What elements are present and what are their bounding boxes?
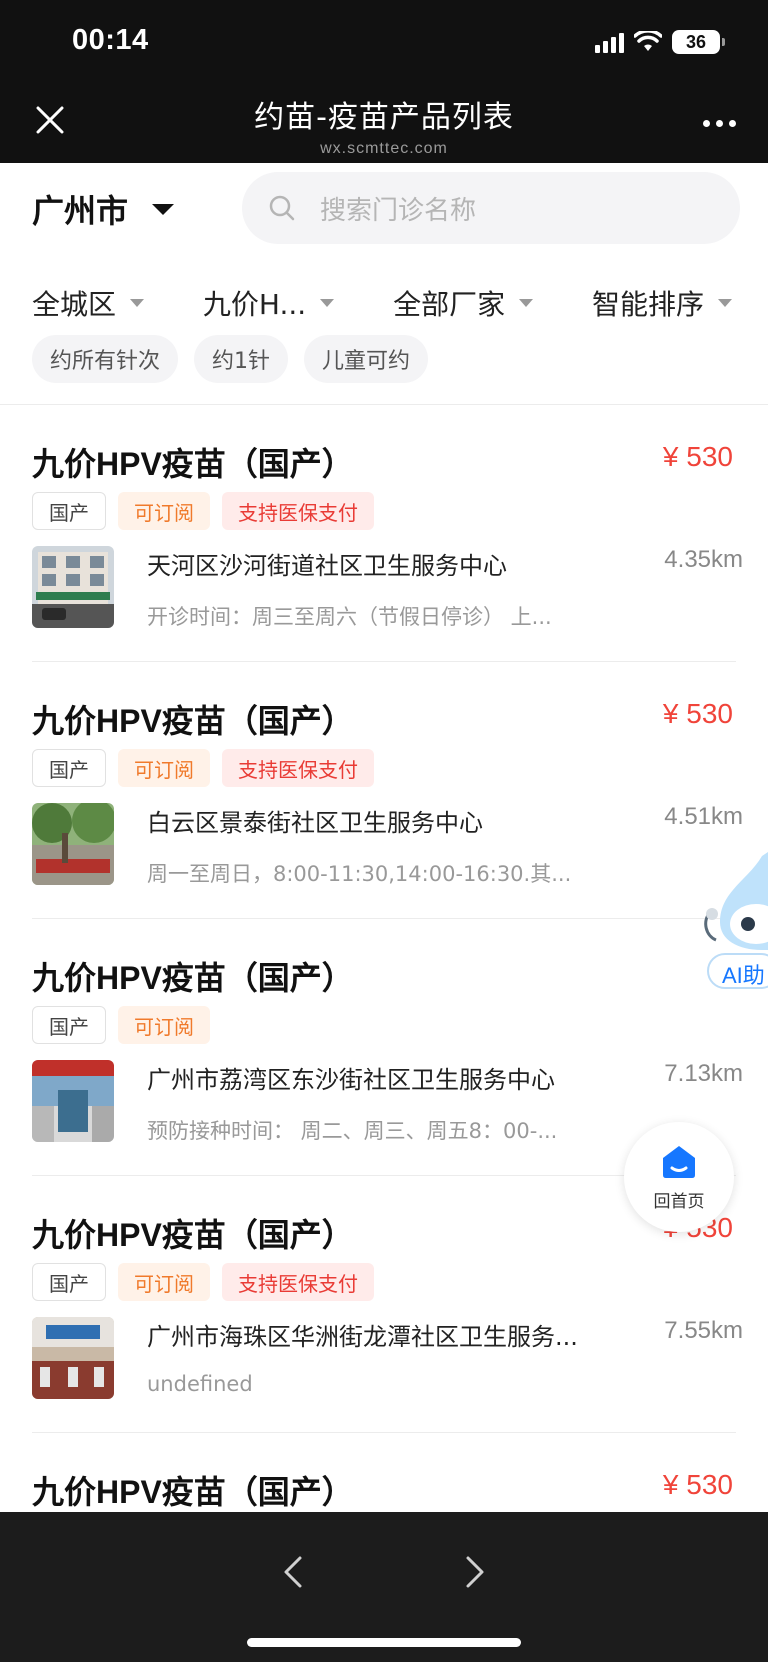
city-name: 广州市: [32, 192, 129, 230]
price: ¥ 530: [662, 698, 733, 729]
filter-sort[interactable]: 智能排序: [592, 283, 732, 323]
tag-subscribable: 可订阅: [118, 749, 210, 787]
clinic-hours: 开诊时间：周三至周六（节假日停诊） 上...: [147, 605, 552, 629]
tag-insurance: 支持医保支付: [222, 492, 374, 530]
clinic-photo: [32, 1317, 114, 1399]
distance: 7.13km: [664, 1060, 743, 1087]
caret-down-icon: [320, 299, 335, 307]
home-label: 回首页: [653, 1191, 705, 1212]
product-name: 九价HPV疫苗（国产）: [32, 446, 354, 482]
list-item[interactable]: 九价HPV疫苗（国产） ¥ 530 国产 可订阅 支持医保支付 天河区沙河街道社…: [0, 405, 768, 662]
filter-label: 智能排序: [591, 288, 704, 321]
tag-insurance: 支持医保支付: [222, 749, 374, 787]
top-bar: 00:14 36 约苗-疫苗产品列表 wx.scmttec.com: [0, 0, 768, 163]
tag-row: 国产 可订阅 支持医保支付: [32, 749, 374, 787]
clinic-name: 白云区景泰街社区卫生服务中心: [147, 809, 483, 837]
chip-children[interactable]: 儿童可约: [304, 335, 429, 383]
distance: 4.51km: [664, 803, 743, 830]
chip-all-doses[interactable]: 约所有针次: [32, 335, 179, 383]
product-name: 九价HPV疫苗（国产）: [32, 960, 354, 996]
vaccine-list: 九价HPV疫苗（国产） ¥ 530 国产 可订阅 支持医保支付 天河区沙河街道社…: [0, 405, 768, 1662]
tag-domestic: 国产: [32, 492, 106, 530]
tag-subscribable: 可订阅: [118, 492, 210, 530]
distance: 7.55km: [664, 1317, 743, 1344]
status-icons: 36: [595, 30, 725, 54]
header-title-block: 约苗-疫苗产品列表 wx.scmttec.com: [0, 92, 768, 158]
product-name: 九价HPV疫苗（国产）: [32, 1217, 354, 1253]
clinic-hours: 预防接种时间： 周二、周三、周五8：00-...: [147, 1119, 558, 1143]
tag-row: 国产 可订阅 支持医保支付: [32, 492, 374, 530]
filter-label: 全部厂家: [393, 288, 506, 321]
caret-down-icon: [130, 299, 145, 307]
list-item[interactable]: 九价HPV疫苗（国产） ¥ 530 国产 可订阅 支持医保支付 白云区景泰街社区…: [0, 662, 768, 919]
wifi-icon: [634, 31, 662, 51]
tag-domestic: 国产: [32, 1006, 106, 1044]
caret-down-icon: [519, 299, 534, 307]
tag-domestic: 国产: [32, 1263, 106, 1301]
quick-filter-chips: 约所有针次 约1针 儿童可约: [32, 335, 429, 383]
price: ¥ 530: [662, 441, 733, 472]
filter-vaccine[interactable]: 九价H...: [202, 283, 335, 323]
home-indicator: [247, 1638, 521, 1647]
battery-icon: 36: [672, 30, 725, 54]
tag-subscribable: 可订阅: [118, 1263, 210, 1301]
filter-bar: 全城区 九价H... 全部厂家 智能排序: [32, 283, 732, 323]
caret-down-icon: [152, 203, 175, 215]
clinic-photo: [32, 546, 114, 628]
filter-manufacturer[interactable]: 全部厂家: [393, 283, 534, 323]
ai-assistant-button[interactable]: AI助: [700, 852, 768, 994]
clinic-name: 广州市荔湾区东沙街社区卫生服务中心: [147, 1066, 555, 1094]
clinic-photo: [32, 803, 114, 885]
forward-icon[interactable]: [460, 1552, 490, 1592]
tag-subscribable: 可订阅: [118, 1006, 210, 1044]
price: ¥ 530: [662, 1469, 733, 1500]
back-icon[interactable]: [278, 1552, 308, 1592]
page-url: wx.scmttec.com: [320, 140, 448, 157]
caret-down-icon: [717, 299, 732, 307]
search-input[interactable]: 搜索门诊名称: [242, 172, 740, 244]
chip-one-dose[interactable]: 约1针: [194, 335, 289, 383]
city-selector[interactable]: 广州市: [32, 186, 175, 232]
tag-insurance: 支持医保支付: [222, 1263, 374, 1301]
home-icon: [663, 1145, 695, 1178]
distance: 4.35km: [664, 546, 743, 573]
clinic-hours: 周一至周日，8:00-11:30,14:00-16:30.其...: [147, 862, 572, 886]
clinic-photo: [32, 1060, 114, 1142]
product-name: 九价HPV疫苗（国产）: [32, 1474, 354, 1510]
tag-row: 国产 可订阅: [32, 1006, 210, 1044]
tag-row: 国产 可订阅 支持医保支付: [32, 1263, 374, 1301]
clinic-name: 广州市海珠区华洲街龙潭社区卫生服务...: [147, 1323, 578, 1351]
ai-label: AI助: [722, 963, 765, 988]
page-title: 约苗-疫苗产品列表: [254, 100, 514, 135]
filter-district[interactable]: 全城区: [32, 283, 145, 323]
filter-label: 全城区: [32, 288, 117, 321]
clinic-name: 天河区沙河街道社区卫生服务中心: [147, 552, 507, 580]
filter-label: 九价H...: [202, 288, 307, 321]
more-icon[interactable]: [703, 120, 736, 127]
signal-icon: [595, 31, 624, 53]
bottom-nav-bar: [0, 1512, 768, 1662]
product-name: 九价HPV疫苗（国产）: [32, 703, 354, 739]
clinic-hours: undefined: [147, 1372, 253, 1396]
tag-domestic: 国产: [32, 749, 106, 787]
status-time: 00:14: [72, 24, 149, 56]
home-button[interactable]: 回首页: [624, 1122, 734, 1232]
search-icon: [269, 195, 295, 221]
search-placeholder: 搜索门诊名称: [320, 195, 477, 226]
